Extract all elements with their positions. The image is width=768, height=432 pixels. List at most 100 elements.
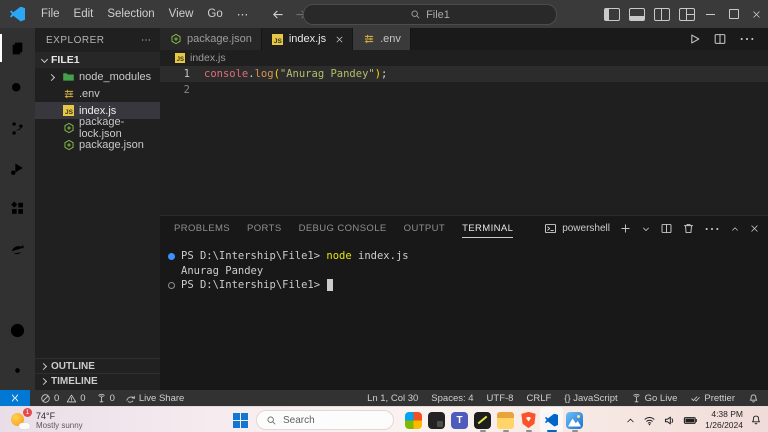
tab-label: package.json [187,33,252,45]
split-editor-button[interactable] [713,32,727,46]
env-icon [62,87,75,100]
menu-edit[interactable]: Edit [67,8,101,20]
activity-settings-gear-icon[interactable] [0,350,35,390]
tree-item-package.json[interactable]: package.json [35,136,160,153]
folder-root-file1[interactable]: FILE1 [35,52,160,68]
tab-.env[interactable]: .env [353,28,411,50]
titlebar: FileEditSelectionViewGo ⋯ File1 [0,0,768,28]
split-terminal-button[interactable] [660,222,673,235]
code-line-2[interactable]: 2 [160,82,768,98]
terminal-shell-item[interactable]: powershell [544,222,610,235]
notifications-bell-icon[interactable] [748,393,759,404]
taskbar-search[interactable]: Search [256,410,394,430]
new-terminal-button[interactable] [619,222,632,235]
eol-status[interactable]: CRLF [526,393,551,404]
split-layout-button[interactable] [649,0,674,28]
minimize-button[interactable] [699,0,722,28]
maximize-panel-button[interactable] [730,224,740,234]
command-center-search[interactable]: File1 [303,4,557,25]
back-button[interactable] [270,7,286,22]
terminal-dropdown-chevron[interactable] [641,224,651,234]
activity-search-icon[interactable] [0,68,35,108]
panel-tab-terminal[interactable]: TERMINAL [462,216,513,241]
close-tab-icon[interactable] [335,35,343,43]
json-icon [169,33,182,46]
notification-badge: 1 [23,408,32,417]
tree-item-package-lock.json[interactable]: package-lock.json [35,119,160,136]
menu-go[interactable]: Go [200,8,229,20]
panel-tab-debug-console[interactable]: DEBUG CONSOLE [299,216,387,241]
command-decoration[interactable] [168,282,175,289]
panel-more-button[interactable]: ⋯ [704,219,721,239]
toggle-sidebar-button[interactable] [599,0,624,28]
activity-source-control-icon[interactable] [0,108,35,148]
tab-index.js[interactable]: JSindex.js [262,28,353,50]
weather-widget[interactable]: 1 74°F Mostly sunny [0,410,83,430]
taskbar-clock[interactable]: 4:38 PM 1/26/2024 [705,409,743,430]
search-icon [266,415,277,426]
code-line-1[interactable]: 1console.log("Anurag Pandey"); [160,66,768,82]
tree-item-node_modules[interactable]: node_modules [35,68,160,85]
chevron-down-icon [40,56,48,64]
menu-view[interactable]: View [162,8,201,20]
explorer-more-button[interactable]: ⋯ [141,35,152,46]
remote-indicator[interactable] [0,390,30,406]
editor-more-button[interactable]: ⋯ [739,29,756,49]
app-icon-notepad[interactable] [471,407,494,432]
weather-temp: 74°F [36,411,83,421]
start-button[interactable] [233,413,248,428]
menubar-more-button[interactable]: ⋯ [230,7,257,21]
language-mode-status[interactable]: {} JavaScript [564,393,617,404]
terminal-output[interactable]: PS D:\Intership\File1> node index.jsAnur… [160,241,768,293]
activity-run-debug-icon[interactable] [0,148,35,188]
activity-account-icon[interactable] [0,310,35,350]
prettier-status[interactable]: Prettier [690,393,735,404]
panel-tab-output[interactable]: OUTPUT [404,216,445,241]
close-panel-button[interactable] [749,223,760,234]
menu-selection[interactable]: Selection [100,8,161,20]
weather-condition: Mostly sunny [36,421,83,430]
notification-center-bell-icon[interactable] [750,414,762,426]
maximize-button[interactable] [722,0,745,28]
outline-section[interactable]: OUTLINE [35,358,160,373]
customize-layout-button[interactable] [674,0,699,28]
chevron-right-icon [40,377,48,385]
editor-area: package.json JSindex.js.env ⋯ JS index.js… [160,28,768,390]
close-window-button[interactable] [745,0,768,28]
go-live-status[interactable]: Go Live [631,393,678,404]
encoding-status[interactable]: UTF-8 [487,393,514,404]
ports-status[interactable]: 0 [96,393,115,404]
app-icon-vscode[interactable] [540,407,563,432]
app-icon-teams[interactable]: T [448,407,471,432]
indentation-status[interactable]: Spaces: 4 [431,393,473,404]
panel-tab-bar: PROBLEMS PORTS DEBUG CONSOLE OUTPUT TERMINAL… [160,216,768,241]
command-decoration[interactable] [168,253,175,260]
tree-item-.env[interactable]: .env [35,85,160,102]
panel-tab-problems[interactable]: PROBLEMS [174,216,230,241]
app-icon-brave[interactable] [517,407,540,432]
panel-tab-ports[interactable]: PORTS [247,216,282,241]
kill-terminal-button[interactable] [682,222,695,235]
battery-icon[interactable] [683,413,698,428]
app-icon-dark-app[interactable] [425,407,448,432]
activity-extensions-icon[interactable] [0,188,35,228]
app-icon-file-explorer[interactable] [494,407,517,432]
menu-file[interactable]: File [34,8,67,20]
app-icon-store[interactable] [402,407,425,432]
speaker-icon[interactable] [663,414,676,427]
tab-package.json[interactable]: package.json [160,28,262,50]
activity-files-icon[interactable] [0,28,35,68]
app-icon-photos[interactable] [563,407,586,432]
activity-live-share-icon[interactable] [0,228,35,268]
cursor-position-status[interactable]: Ln 1, Col 30 [367,393,418,404]
toggle-panel-button[interactable] [624,0,649,28]
live-share-status[interactable]: Live Share [125,393,184,404]
breadcrumb[interactable]: JS index.js [160,50,768,66]
problems-status[interactable]: 0 0 [40,393,86,404]
js-icon: JS [62,104,75,117]
code-editor[interactable]: 1console.log("Anurag Pandey");2 [160,66,768,98]
run-button[interactable] [687,32,701,46]
wifi-icon[interactable] [643,414,656,427]
tray-chevron-up-icon[interactable] [625,415,636,426]
timeline-section[interactable]: TIMELINE [35,373,160,388]
